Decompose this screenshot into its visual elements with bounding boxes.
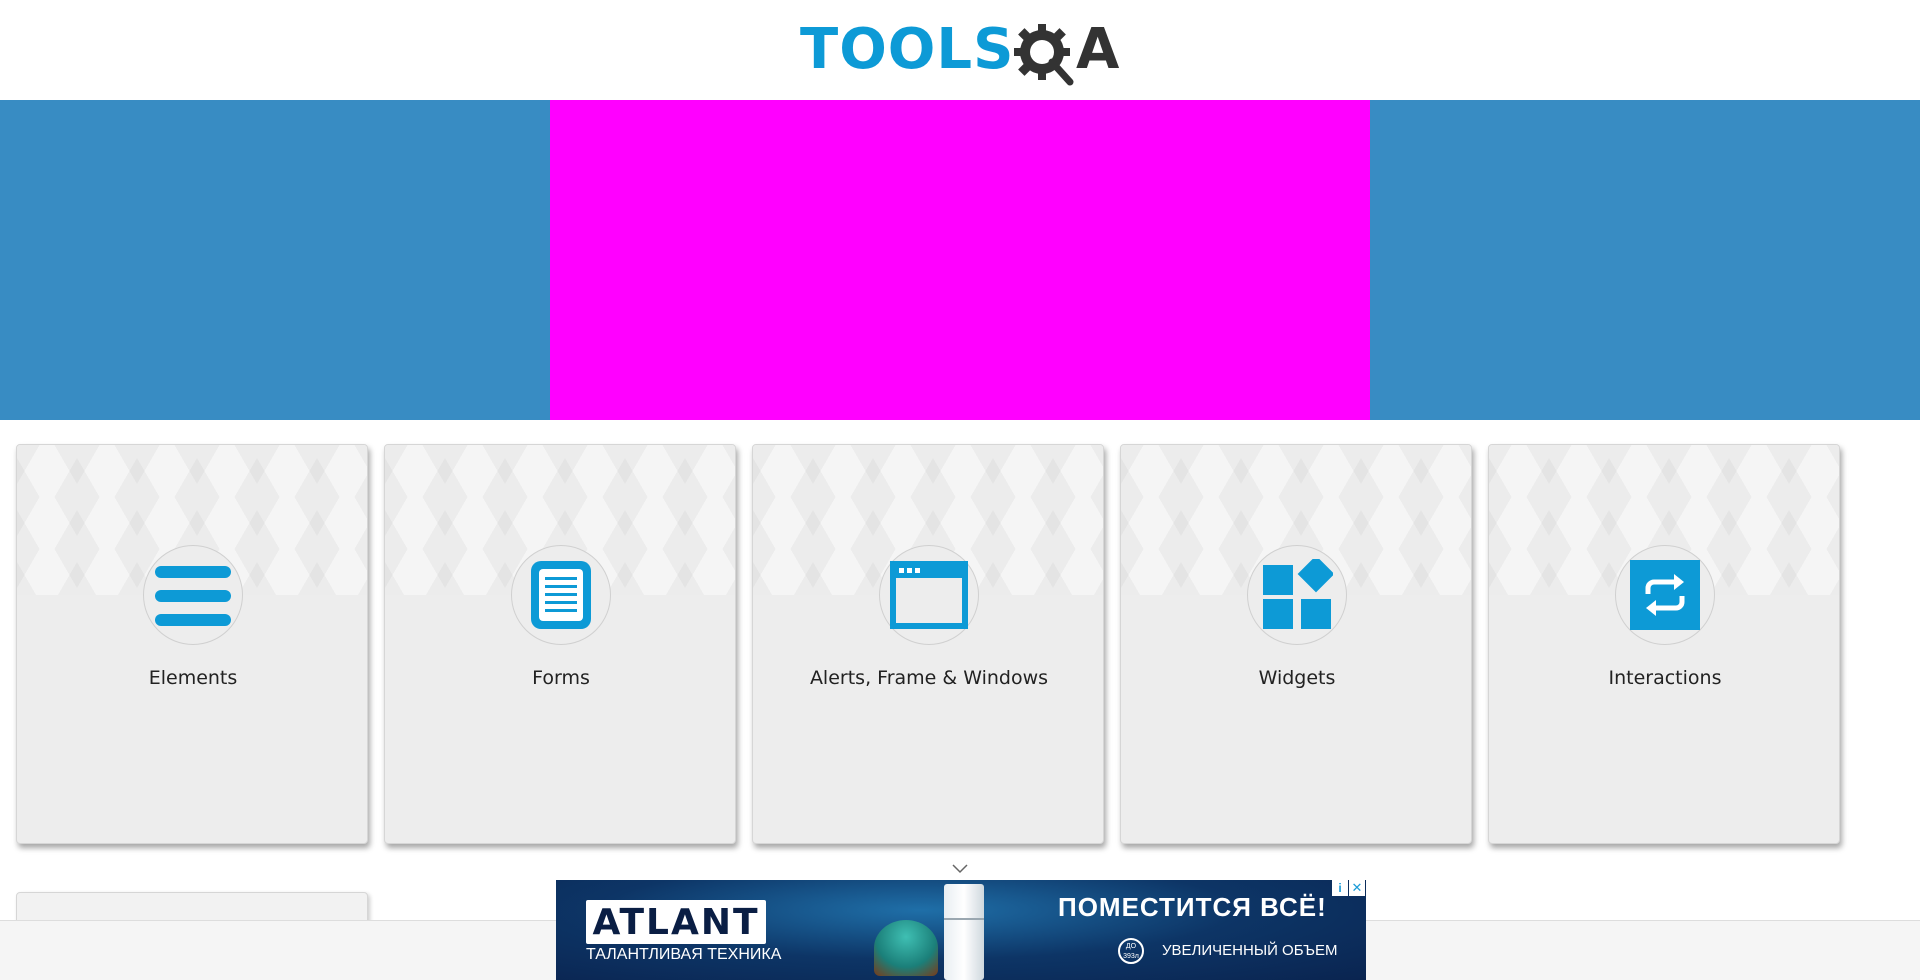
card-forms[interactable]: Forms	[384, 444, 736, 844]
logo-text-tools: TOOLS	[800, 17, 1015, 82]
ad-fridge-divider	[944, 918, 984, 920]
category-cards: Elements Forms Alerts, Frame & Windows W…	[16, 444, 1846, 844]
browser-window-icon	[890, 561, 968, 629]
card-title: Elements	[148, 667, 238, 689]
ad-close-icon[interactable]: ✕	[1349, 880, 1365, 896]
card-elements[interactable]: Elements	[16, 444, 368, 844]
card-icon-circle	[143, 545, 243, 645]
card-title: Widgets	[1258, 667, 1336, 689]
list-icon	[155, 566, 231, 626]
chevron-down-icon[interactable]	[950, 862, 970, 876]
document-icon	[531, 561, 591, 629]
logo-text-a: A	[1076, 17, 1120, 82]
card-alerts-frame-windows[interactable]: Alerts, Frame & Windows	[752, 444, 1104, 844]
site-header: TOOLS A	[0, 0, 1920, 100]
repeat-icon	[1630, 560, 1700, 630]
card-title: Interactions	[1608, 667, 1722, 689]
card-title: Alerts, Frame & Windows	[809, 667, 1049, 689]
advertisement-banner[interactable]: ATLANT ТАЛАНТЛИВАЯ ТЕХНИКА ПОМЕСТИТСЯ ВС…	[556, 880, 1366, 980]
banner-center-image[interactable]	[550, 100, 1370, 420]
card-icon-circle	[1615, 545, 1715, 645]
card-widgets[interactable]: Widgets	[1120, 444, 1472, 844]
ad-info-icon[interactable]: i	[1332, 880, 1348, 896]
ad-volume-badge: ДО 393л	[1118, 938, 1144, 964]
ad-cake-image	[874, 920, 938, 976]
ad-brand-tagline: ТАЛАНТЛИВАЯ ТЕХНИКА	[586, 946, 782, 963]
ad-fridge-image	[944, 884, 984, 980]
ad-headline: ПОМЕСТИТСЯ ВСЁ!	[1058, 892, 1327, 922]
card-title: Forms	[532, 667, 590, 689]
card-icon-circle	[1247, 545, 1347, 645]
ad-brand-logo: ATLANT	[586, 900, 766, 944]
toolsqa-logo[interactable]: TOOLS A	[800, 14, 1126, 90]
widgets-icon	[1263, 559, 1333, 629]
ad-subtext: УВЕЛИЧЕННЫЙ ОБЪЕМ	[1162, 942, 1338, 959]
card-icon-circle	[511, 545, 611, 645]
hero-banner[interactable]	[0, 100, 1920, 420]
card-interactions[interactable]: Interactions	[1488, 444, 1840, 844]
gear-magnifier-icon	[1014, 24, 1074, 86]
card-icon-circle	[879, 545, 979, 645]
